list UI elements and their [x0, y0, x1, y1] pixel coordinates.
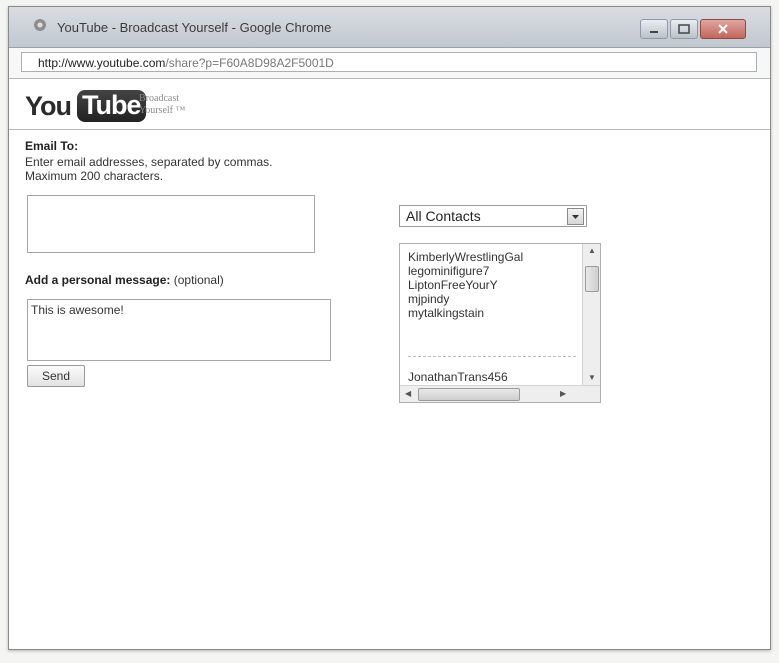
logo-tube: Tube	[77, 90, 146, 122]
contact-item[interactable]: KimberlyWrestlingGal	[408, 250, 578, 264]
minimize-button[interactable]	[640, 19, 668, 39]
send-button[interactable]: Send	[27, 365, 85, 387]
contact-item[interactable]: mjpindy	[408, 292, 578, 306]
scroll-up-icon[interactable]: ▲	[588, 247, 596, 255]
close-icon	[718, 24, 728, 34]
personal-message-input[interactable]	[27, 299, 331, 361]
share-form: Email To: Enter email addresses, separat…	[25, 133, 765, 643]
contact-items: KimberlyWrestlingGal legominifigure7 Lip…	[408, 250, 578, 320]
url-host: http://www.youtube.com	[38, 56, 166, 70]
dropdown-arrow-icon[interactable]	[567, 208, 584, 225]
message-optional-text: (optional)	[173, 273, 224, 287]
horizontal-scrollbar[interactable]: ◀ ▶	[400, 385, 600, 402]
browser-window: YouTube - Broadcast Yourself - Google Ch…	[8, 6, 771, 650]
email-help-line-1: Enter email addresses, separated by comm…	[25, 155, 273, 169]
url-field[interactable]: http://www.youtube.com/share?p=F60A8D98A…	[21, 52, 757, 72]
window-title: YouTube - Broadcast Yourself - Google Ch…	[57, 20, 332, 35]
email-help-line-2: Maximum 200 characters.	[25, 169, 164, 183]
contact-item[interactable]: LiptonFreeYourY	[408, 278, 578, 292]
email-to-input[interactable]	[27, 195, 315, 253]
contact-item[interactable]: mytalkingstain	[408, 306, 578, 320]
list-divider	[408, 356, 576, 357]
tagline-line-1: Broadcast	[139, 93, 179, 104]
header: You Tube Broadcast Yourself ™	[9, 79, 770, 130]
horizontal-scroll-thumb[interactable]	[418, 388, 520, 401]
maximize-icon	[678, 24, 690, 34]
url-path: /share?p=F60A8D98A2F5001D	[165, 56, 334, 70]
contact-item[interactable]: JonathanTrans456	[408, 370, 508, 384]
logo-you: You	[25, 91, 72, 121]
email-label: Email To:	[25, 139, 79, 153]
title-bar: YouTube - Broadcast Yourself - Google Ch…	[9, 7, 770, 48]
address-bar: http://www.youtube.com/share?p=F60A8D98A…	[9, 48, 770, 79]
scroll-right-icon[interactable]: ▶	[560, 390, 566, 398]
vertical-scrollbar[interactable]: ▲ ▼	[582, 244, 600, 388]
contacts-list[interactable]: KimberlyWrestlingGal legominifigure7 Lip…	[399, 243, 601, 403]
contacts-dropdown-value: All Contacts	[406, 208, 481, 224]
logo-tagline: Broadcast Yourself ™	[139, 93, 185, 117]
minimize-icon	[650, 31, 658, 33]
close-button[interactable]	[700, 19, 746, 39]
message-label: Add a personal message: (optional)	[25, 273, 224, 287]
vertical-scroll-thumb[interactable]	[585, 266, 599, 292]
message-label-text: Add a personal message:	[25, 273, 171, 287]
contact-item[interactable]: legominifigure7	[408, 264, 578, 278]
scroll-down-icon[interactable]: ▼	[588, 374, 596, 382]
chrome-icon	[34, 19, 46, 31]
contacts-dropdown[interactable]: All Contacts	[399, 205, 587, 227]
tagline-line-2: Yourself ™	[139, 105, 186, 116]
scroll-left-icon[interactable]: ◀	[405, 390, 411, 398]
window-controls	[640, 19, 746, 39]
maximize-button[interactable]	[670, 19, 698, 39]
